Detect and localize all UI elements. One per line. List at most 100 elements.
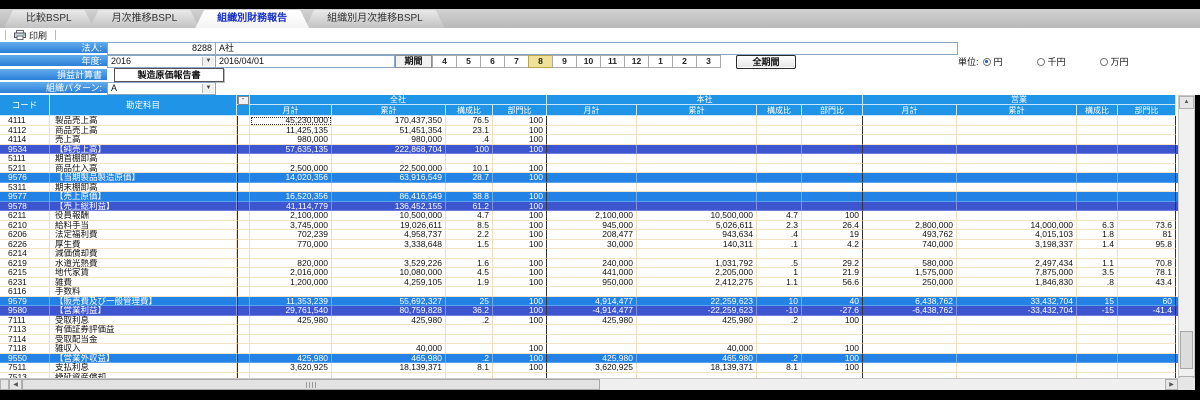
cell[interactable]: 465,980 bbox=[637, 353, 757, 363]
row-code[interactable]: 6219 bbox=[0, 258, 50, 268]
row-account-name[interactable]: 【純売上高】 bbox=[50, 144, 237, 154]
cell[interactable] bbox=[957, 211, 1077, 221]
cell[interactable] bbox=[547, 163, 637, 173]
cell[interactable] bbox=[1118, 325, 1176, 335]
cell[interactable]: 100 bbox=[493, 192, 547, 202]
cell[interactable] bbox=[446, 325, 493, 335]
cell[interactable] bbox=[802, 173, 863, 183]
cell[interactable] bbox=[547, 173, 637, 183]
cell[interactable] bbox=[446, 154, 493, 164]
cell[interactable] bbox=[1077, 344, 1118, 354]
horizontal-scroll-thumb[interactable] bbox=[22, 379, 600, 390]
cell[interactable]: 2.3 bbox=[757, 220, 802, 230]
cell[interactable]: 80,759,828 bbox=[332, 306, 446, 316]
cell[interactable] bbox=[637, 163, 757, 173]
cell[interactable] bbox=[1077, 287, 1118, 297]
corporation-name-input[interactable]: A社 bbox=[215, 42, 958, 55]
cell[interactable]: .2 bbox=[446, 353, 493, 363]
cell[interactable]: 51,451,354 bbox=[332, 125, 446, 135]
cell[interactable]: 21.9 bbox=[802, 268, 863, 278]
cell[interactable]: 425,980 bbox=[250, 315, 332, 325]
cell[interactable]: 4,914,477 bbox=[547, 296, 637, 306]
cell[interactable] bbox=[802, 182, 863, 192]
cell[interactable] bbox=[1118, 344, 1176, 354]
cell[interactable]: 4.7 bbox=[757, 211, 802, 221]
cell[interactable]: 2,100,000 bbox=[547, 211, 637, 221]
vertical-scroll-thumb[interactable] bbox=[1180, 331, 1193, 369]
cell[interactable]: 76.5 bbox=[446, 116, 493, 126]
scroll-up-button[interactable]: ▲ bbox=[1179, 96, 1194, 109]
cell[interactable] bbox=[757, 344, 802, 354]
period-month-button-7[interactable]: 7 bbox=[504, 55, 529, 68]
cell[interactable]: 980,000 bbox=[332, 135, 446, 145]
cell[interactable] bbox=[547, 116, 637, 126]
cell[interactable]: 820,000 bbox=[250, 258, 332, 268]
cell[interactable]: 100 bbox=[493, 258, 547, 268]
cell[interactable]: 11,353,239 bbox=[250, 296, 332, 306]
row-account-name[interactable]: 【販売費及び一般管理費】 bbox=[50, 296, 237, 306]
cell[interactable] bbox=[1118, 201, 1176, 211]
cell[interactable]: 8.1 bbox=[757, 363, 802, 373]
cell[interactable] bbox=[1077, 363, 1118, 373]
cell[interactable] bbox=[332, 154, 446, 164]
cell[interactable]: 100 bbox=[493, 306, 547, 316]
cell[interactable] bbox=[957, 192, 1077, 202]
cell[interactable] bbox=[1118, 144, 1176, 154]
period-month-button-8[interactable]: 8 bbox=[528, 55, 553, 68]
cell[interactable]: 100 bbox=[493, 353, 547, 363]
row-account-name[interactable]: 地代家賃 bbox=[50, 268, 237, 278]
cell[interactable] bbox=[863, 315, 957, 325]
cell[interactable]: 3.5 bbox=[1077, 268, 1118, 278]
cell[interactable] bbox=[547, 201, 637, 211]
cell[interactable]: 3,620,925 bbox=[547, 363, 637, 373]
cell[interactable]: -4,914,477 bbox=[547, 306, 637, 316]
cell[interactable] bbox=[757, 182, 802, 192]
cell[interactable]: 100 bbox=[493, 116, 547, 126]
cell[interactable]: 2,800,000 bbox=[863, 220, 957, 230]
cell[interactable] bbox=[250, 154, 332, 164]
cell[interactable]: 73.6 bbox=[1118, 220, 1176, 230]
cell[interactable]: 980,000 bbox=[250, 135, 332, 145]
cell[interactable] bbox=[1077, 163, 1118, 173]
cell[interactable] bbox=[332, 325, 446, 335]
cell[interactable]: 18,139,371 bbox=[637, 363, 757, 373]
cell[interactable]: 10,500,000 bbox=[332, 211, 446, 221]
row-account-name[interactable]: 商品仕入高 bbox=[50, 163, 237, 173]
row-code[interactable]: 6210 bbox=[0, 220, 50, 230]
cell[interactable]: 10,500,000 bbox=[637, 211, 757, 221]
cell[interactable] bbox=[757, 334, 802, 344]
cell[interactable]: 6,438,762 bbox=[863, 296, 957, 306]
cell[interactable] bbox=[1118, 249, 1176, 259]
row-code[interactable]: 5211 bbox=[0, 163, 50, 173]
cell[interactable]: 5,026,611 bbox=[637, 220, 757, 230]
pane-splitter-handle[interactable] bbox=[0, 379, 9, 390]
cell[interactable]: 770,000 bbox=[250, 239, 332, 249]
cell[interactable]: 425,980 bbox=[637, 315, 757, 325]
row-code[interactable]: 4114 bbox=[0, 135, 50, 145]
cell[interactable] bbox=[637, 325, 757, 335]
cell[interactable] bbox=[757, 116, 802, 126]
cell[interactable] bbox=[1118, 334, 1176, 344]
cell[interactable] bbox=[1077, 154, 1118, 164]
cell[interactable]: 19,026,611 bbox=[332, 220, 446, 230]
row-code[interactable]: 7118 bbox=[0, 344, 50, 354]
cell[interactable] bbox=[1118, 116, 1176, 126]
cell[interactable] bbox=[863, 363, 957, 373]
cell[interactable]: 40,000 bbox=[332, 344, 446, 354]
cell[interactable] bbox=[493, 249, 547, 259]
cell[interactable]: 580,000 bbox=[863, 258, 957, 268]
cell[interactable] bbox=[1118, 163, 1176, 173]
cell[interactable]: 86,416,549 bbox=[332, 192, 446, 202]
cell[interactable] bbox=[802, 116, 863, 126]
cell[interactable] bbox=[547, 182, 637, 192]
cell[interactable]: -10 bbox=[757, 306, 802, 316]
cell[interactable] bbox=[547, 249, 637, 259]
cell[interactable] bbox=[1118, 154, 1176, 164]
cell[interactable] bbox=[637, 144, 757, 154]
cell[interactable]: 45,230,000 bbox=[250, 116, 332, 126]
cell[interactable] bbox=[757, 163, 802, 173]
cell[interactable]: 100 bbox=[493, 315, 547, 325]
cell[interactable]: 40 bbox=[802, 296, 863, 306]
cell[interactable]: 3,745,000 bbox=[250, 220, 332, 230]
period-month-button-10[interactable]: 10 bbox=[576, 55, 601, 68]
